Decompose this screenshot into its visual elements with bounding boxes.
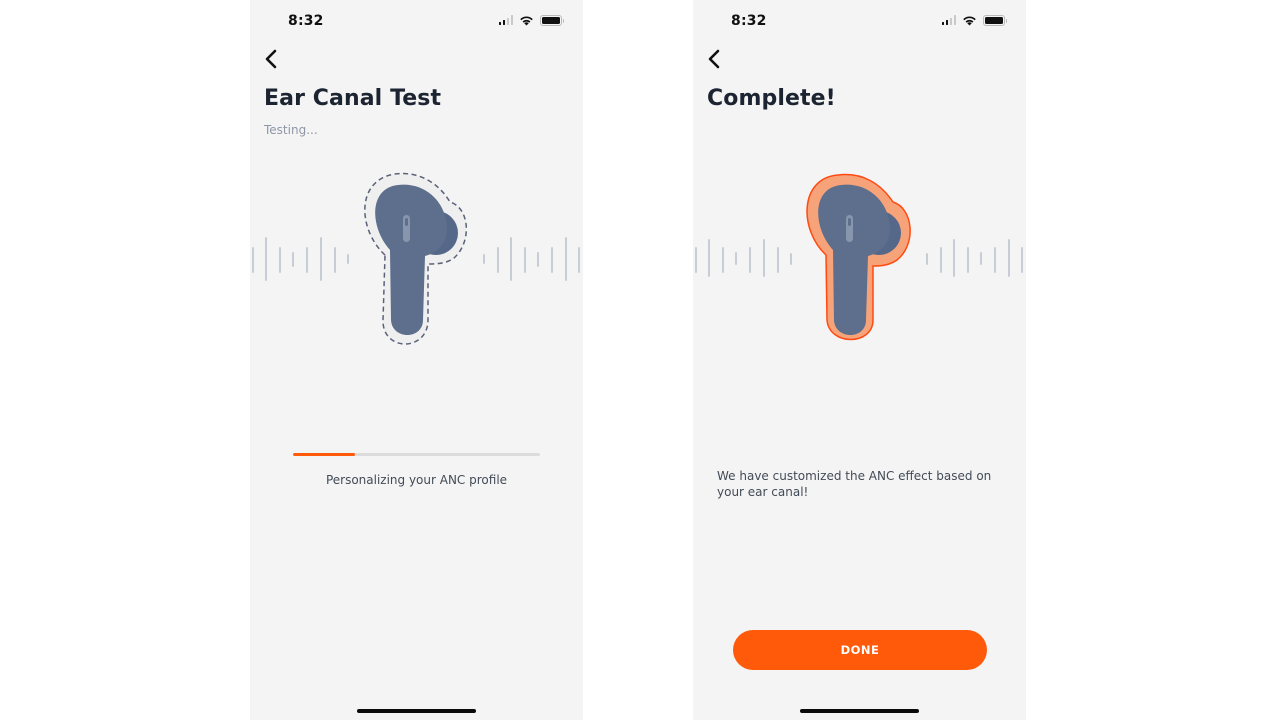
battery-icon (540, 14, 564, 26)
done-button[interactable]: DONE (733, 630, 987, 670)
wifi-icon (963, 15, 976, 25)
test-complete-screen: 8:32 Complete! We have customized the AN… (693, 0, 1026, 720)
earbud-illustration (695, 173, 1023, 341)
battery-icon (983, 14, 1007, 26)
progress-bar (293, 453, 540, 456)
chevron-left-icon (708, 49, 720, 69)
home-indicator[interactable] (357, 709, 476, 713)
status-subtitle: Testing... (264, 123, 318, 137)
sound-wave-left (695, 239, 792, 277)
cellular-signal-icon (498, 15, 513, 25)
progress-label: Personalizing your ANC profile (325, 473, 508, 487)
earbud-sensor-dot (405, 218, 408, 226)
earbud-illustration (252, 172, 580, 345)
wifi-icon (520, 15, 533, 25)
status-icons (941, 14, 1007, 26)
sound-wave-right (926, 239, 1023, 277)
cellular-signal-icon (941, 15, 956, 25)
status-time: 8:32 (288, 13, 324, 29)
status-bar: 8:32 (693, 0, 1026, 44)
status-bar: 8:32 (250, 0, 583, 44)
status-icons (498, 14, 564, 26)
sound-wave-left (252, 237, 349, 281)
back-button[interactable] (262, 48, 282, 70)
status-time: 8:32 (731, 13, 767, 29)
chevron-left-icon (265, 49, 277, 69)
page-title: Complete! (707, 86, 836, 111)
back-button[interactable] (705, 48, 725, 70)
ear-canal-test-screen: 8:32 Ear Canal Test Testing... Personali… (250, 0, 583, 720)
progress-bar-fill (293, 453, 355, 456)
page-title: Ear Canal Test (264, 86, 442, 111)
sound-wave-right (483, 237, 580, 281)
home-indicator[interactable] (800, 709, 919, 713)
result-message: We have customized the ANC effect based … (717, 469, 992, 499)
earbud-sensor-dot (848, 218, 851, 226)
